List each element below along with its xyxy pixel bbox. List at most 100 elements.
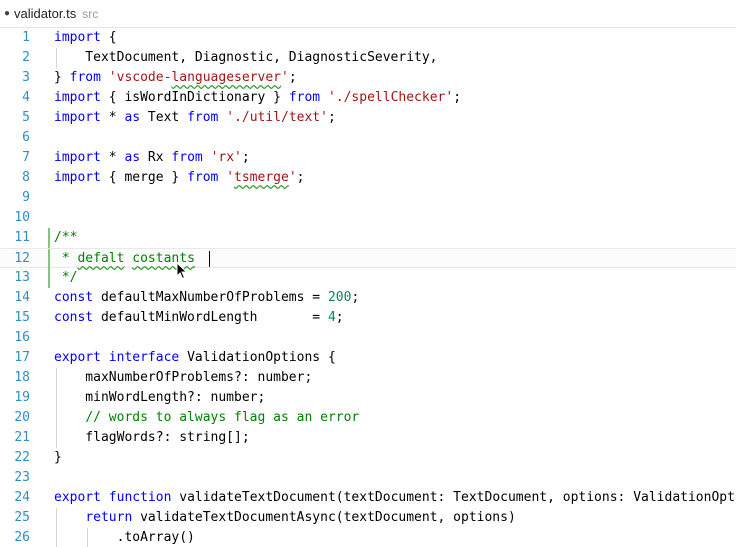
- code-text: flagWords?: string[];: [54, 428, 250, 448]
- line-number: 4: [22, 90, 30, 105]
- text-cursor: [208, 250, 210, 267]
- code-token: from: [171, 150, 203, 165]
- code-token: *: [100, 110, 125, 125]
- code-token: ': [281, 70, 289, 85]
- line-number: 12: [14, 251, 30, 266]
- code-text: TextDocument, Diagnostic, DiagnosticSeve…: [54, 48, 437, 68]
- code-token: 4: [327, 310, 336, 325]
- code-token: import: [54, 150, 101, 165]
- line-number: 9: [22, 190, 30, 205]
- code-token: defaultMaxNumberOfProblems =: [93, 290, 328, 305]
- code-token: 200: [327, 290, 352, 305]
- code-text: import * as Rx from 'rx';: [54, 148, 250, 168]
- tab-filename[interactable]: validator.ts: [14, 6, 76, 21]
- code-line[interactable]: 6: [0, 128, 736, 148]
- code-token: flagWords?: string[];: [54, 430, 250, 445]
- code-line[interactable]: 8 import { merge } from 'tsmerge';: [0, 168, 736, 188]
- code-token: ;: [288, 70, 297, 85]
- code-token: { isWordInDictionary }: [100, 90, 289, 105]
- code-token: import: [54, 30, 101, 45]
- code-line[interactable]: 5 import * as Text from './util/text';: [0, 108, 736, 128]
- line-number: 17: [14, 350, 30, 365]
- code-token: minWordLength?: number;: [54, 390, 266, 405]
- code-line[interactable]: 21 flagWords?: string[];: [0, 428, 736, 448]
- code-token: 'rx': [210, 150, 242, 165]
- line-number: 6: [22, 130, 30, 145]
- code-text: */: [54, 268, 78, 288]
- line-number: 8: [22, 170, 30, 185]
- code-line[interactable]: 3} from 'vscode-languageserver';: [0, 68, 736, 88]
- code-token: ': [226, 170, 235, 185]
- code-line[interactable]: 20 // words to always flag as an error: [0, 408, 736, 428]
- line-number: 16: [14, 330, 30, 345]
- code-text: // words to always flag as an error: [54, 408, 359, 428]
- code-token: maxNumberOfProblems?: number;: [54, 370, 313, 385]
- code-token: {: [100, 30, 117, 45]
- code-line[interactable]: 10: [0, 208, 736, 228]
- code-text: .toArray(): [54, 528, 195, 547]
- code-editor[interactable]: 1 import {2 TextDocument, Diagnostic, Dia…: [0, 28, 736, 547]
- code-text: /**: [54, 228, 77, 248]
- line-number: 22: [14, 450, 30, 465]
- code-token: from: [69, 70, 101, 85]
- code-token: from: [187, 110, 219, 125]
- code-text: export function validateTextDocument(tex…: [54, 488, 736, 508]
- code-line[interactable]: 7 import * as Rx from 'rx';: [0, 148, 736, 168]
- code-line[interactable]: 18 maxNumberOfProblems?: number;: [0, 368, 736, 388]
- code-token: *: [54, 251, 78, 266]
- code-line[interactable]: 15 const defaultMinWordLength = 4;: [0, 308, 736, 328]
- line-number: 11: [14, 230, 30, 245]
- line-number: 24: [14, 490, 30, 505]
- code-token: export: [54, 350, 101, 365]
- code-line[interactable]: 26 .toArray(): [0, 528, 736, 547]
- code-token: as: [124, 110, 141, 125]
- code-token: const: [54, 310, 94, 325]
- code-token: './util/text': [226, 110, 328, 125]
- code-line[interactable]: 14 const defaultMaxNumberOfProblems = 200…: [0, 288, 736, 308]
- code-token: .toArray(): [54, 530, 195, 545]
- unsaved-dot-icon[interactable]: ●: [4, 8, 10, 19]
- code-token: }: [54, 70, 70, 85]
- misspelled-word: languageserver: [171, 70, 281, 85]
- code-token: export: [54, 490, 101, 505]
- code-token: interface: [108, 350, 180, 365]
- code-line[interactable]: 17 export interface ValidationOptions {: [0, 348, 736, 368]
- code-line[interactable]: 23: [0, 468, 736, 488]
- code-token: Text: [140, 110, 188, 125]
- code-line[interactable]: 24 export function validateTextDocument(t…: [0, 488, 736, 508]
- code-text: minWordLength?: number;: [54, 388, 265, 408]
- code-line[interactable]: 11 /**: [0, 228, 736, 248]
- code-line[interactable]: 25 return validateTextDocumentAsync(text…: [0, 508, 736, 528]
- misspelled-word: tsmerge: [234, 170, 289, 185]
- code-token: }: [54, 450, 62, 465]
- line-number: 5: [22, 110, 30, 125]
- code-line[interactable]: 2 TextDocument, Diagnostic, DiagnosticSe…: [0, 48, 736, 68]
- line-number: 15: [14, 310, 30, 325]
- line-number: 23: [14, 470, 30, 485]
- line-number: 13: [14, 270, 30, 285]
- modified-line-marker: [48, 268, 50, 288]
- code-line[interactable]: 13 */: [0, 268, 736, 288]
- code-line[interactable]: 9: [0, 188, 736, 208]
- code-token: return: [85, 510, 133, 525]
- code-text: } from 'vscode-languageserver';: [54, 68, 297, 88]
- code-line[interactable]: 4 import { isWordInDictionary } from './s…: [0, 88, 736, 108]
- line-number: 21: [14, 430, 30, 445]
- code-line[interactable]: 12 * defalt costants: [0, 248, 736, 269]
- code-line[interactable]: 1 import {: [0, 28, 736, 48]
- code-line[interactable]: 22}: [0, 448, 736, 468]
- line-number: 26: [14, 530, 30, 545]
- code-token: ;: [296, 170, 305, 185]
- code-line[interactable]: 16: [0, 328, 736, 348]
- code-line[interactable]: 19 minWordLength?: number;: [0, 388, 736, 408]
- line-number: 7: [22, 150, 30, 165]
- tab-directory: src: [82, 6, 99, 21]
- code-token: ValidationOptions {: [179, 350, 336, 365]
- line-number: 2: [22, 50, 30, 65]
